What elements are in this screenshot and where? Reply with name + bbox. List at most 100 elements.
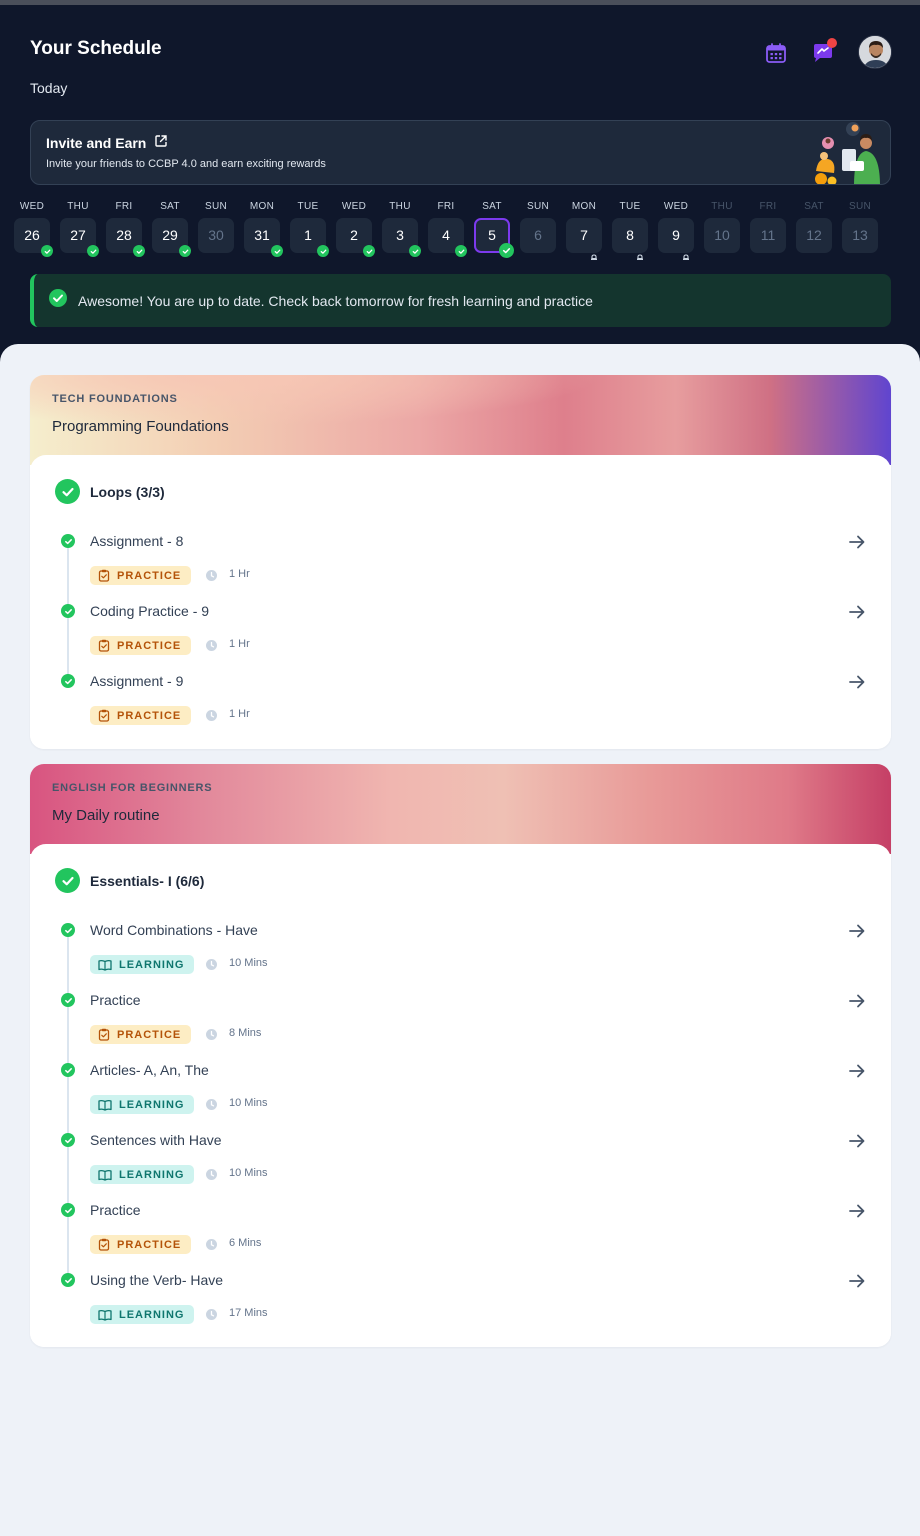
- arrow-right-icon[interactable]: [847, 921, 867, 941]
- clock-icon: [205, 1168, 218, 1181]
- day-tue-1[interactable]: TUE 1: [290, 200, 329, 257]
- invite-illustration: [810, 121, 886, 184]
- day-thu-10[interactable]: THU 10: [704, 200, 740, 253]
- clipboard-icon: [98, 1238, 110, 1251]
- day-label: THU: [67, 201, 89, 212]
- day-date-button[interactable]: 8: [612, 218, 648, 260]
- course-card-programming-foundations: TECH FOUNDATIONS Programming Foundations…: [30, 375, 891, 749]
- invite-and-earn-card[interactable]: Invite and Earn Invite your friends to C…: [30, 120, 891, 185]
- day-date-button[interactable]: 6: [520, 218, 556, 253]
- arrow-right-icon[interactable]: [847, 532, 867, 552]
- day-sat-29[interactable]: SAT 29: [152, 200, 191, 257]
- schedule-item[interactable]: Word Combinations - Have LEARNING 10 Mins: [30, 919, 891, 989]
- schedule-item[interactable]: Assignment - 9 PRACTICE 1 Hr: [30, 670, 891, 740]
- schedule-item[interactable]: Using the Verb- Have LEARNING 17 Mins: [30, 1269, 891, 1339]
- schedule-item[interactable]: Articles- A, An, The LEARNING 10 Mins: [30, 1059, 891, 1129]
- clipboard-icon: [98, 639, 110, 652]
- banner-text: Awesome! You are up to date. Check back …: [78, 292, 593, 309]
- lock-icon: [682, 241, 690, 260]
- day-label: SUN: [848, 201, 871, 212]
- day-fri-4[interactable]: FRI 4: [428, 200, 467, 257]
- day-sat-12[interactable]: SAT 12: [796, 200, 832, 253]
- practice-tag: PRACTICE: [90, 1025, 192, 1044]
- tag-label: PRACTICE: [117, 709, 182, 722]
- day-date: 13: [852, 227, 868, 243]
- item-duration: 1 Hr: [229, 568, 250, 580]
- practice-tag: PRACTICE: [90, 636, 192, 655]
- item-duration: 10 Mins: [229, 1167, 268, 1179]
- day-sun-13[interactable]: SUN 13: [842, 200, 878, 253]
- day-date: 4: [442, 227, 450, 243]
- day-label: FRI: [115, 201, 133, 212]
- arrow-right-icon[interactable]: [847, 1271, 867, 1291]
- day-date-button[interactable]: 29: [152, 218, 191, 257]
- schedule-item[interactable]: Practice PRACTICE 8 Mins: [30, 989, 891, 1059]
- day-wed-26[interactable]: WED 26: [14, 200, 53, 257]
- item-title: Sentences with Have: [90, 1132, 222, 1148]
- schedule-item[interactable]: Sentences with Have LEARNING 10 Mins: [30, 1129, 891, 1199]
- book-icon: [98, 1309, 112, 1321]
- chat-notification-icon[interactable]: [807, 37, 839, 69]
- external-link-icon: [154, 134, 168, 151]
- day-date-button[interactable]: 10: [704, 218, 740, 253]
- day-mon-31[interactable]: MON 31: [244, 200, 283, 257]
- clock-icon: [205, 1098, 218, 1111]
- day-date-button[interactable]: 26: [14, 218, 53, 257]
- day-date-button[interactable]: 9: [658, 218, 694, 260]
- item-completed-icon: [61, 674, 75, 688]
- day-fri-28[interactable]: FRI 28: [106, 200, 145, 257]
- section-header[interactable]: Loops (3/3): [55, 479, 165, 504]
- clock-icon: [205, 1238, 218, 1251]
- user-avatar[interactable]: [858, 35, 892, 69]
- schedule-item[interactable]: Coding Practice - 9 PRACTICE 1 Hr: [30, 600, 891, 670]
- day-sat-5[interactable]: SAT 5: [474, 200, 514, 258]
- clipboard-icon: [98, 1028, 110, 1041]
- item-title: Assignment - 9: [90, 673, 184, 689]
- arrow-right-icon[interactable]: [847, 672, 867, 692]
- day-date-button[interactable]: 7: [566, 218, 602, 260]
- day-mon-7[interactable]: MON 7: [566, 200, 602, 260]
- course-card-header: ENGLISH FOR BEGINNERS My Daily routine: [30, 764, 891, 854]
- day-date-button[interactable]: 31: [244, 218, 283, 257]
- day-date-button[interactable]: 2: [336, 218, 375, 257]
- day-fri-11[interactable]: FRI 11: [750, 200, 786, 253]
- day-thu-27[interactable]: THU 27: [60, 200, 99, 257]
- day-date-button[interactable]: 5: [474, 218, 514, 258]
- day-date-button[interactable]: 3: [382, 218, 421, 257]
- day-date-button[interactable]: 30: [198, 218, 234, 253]
- item-title: Practice: [90, 992, 141, 1008]
- item-title: Practice: [90, 1202, 141, 1218]
- day-date-button[interactable]: 28: [106, 218, 145, 257]
- day-tue-8[interactable]: TUE 8: [612, 200, 648, 260]
- arrow-right-icon[interactable]: [847, 991, 867, 1011]
- day-label: SAT: [160, 201, 180, 212]
- content-panel: TECH FOUNDATIONS Programming Foundations…: [0, 344, 920, 1536]
- calendar-icon[interactable]: [760, 37, 792, 69]
- tag-label: PRACTICE: [117, 639, 182, 652]
- day-label: WED: [663, 201, 689, 212]
- day-date: 27: [70, 227, 86, 243]
- day-wed-2[interactable]: WED 2: [336, 200, 375, 257]
- arrow-right-icon[interactable]: [847, 602, 867, 622]
- day-wed-9[interactable]: WED 9: [658, 200, 694, 260]
- day-date-button[interactable]: 11: [750, 218, 786, 253]
- day-date-button[interactable]: 4: [428, 218, 467, 257]
- day-thu-3[interactable]: THU 3: [382, 200, 421, 257]
- day-date-button[interactable]: 13: [842, 218, 878, 253]
- item-duration: 1 Hr: [229, 638, 250, 650]
- item-completed-icon: [61, 1063, 75, 1077]
- day-sun-6[interactable]: SUN 6: [520, 200, 556, 253]
- arrow-right-icon[interactable]: [847, 1061, 867, 1081]
- section-header[interactable]: Essentials- I (6/6): [55, 868, 204, 893]
- day-label: THU: [711, 201, 733, 212]
- practice-tag: PRACTICE: [90, 1235, 192, 1254]
- arrow-right-icon[interactable]: [847, 1201, 867, 1221]
- schedule-item[interactable]: Practice PRACTICE 6 Mins: [30, 1199, 891, 1269]
- invite-title: Invite and Earn: [46, 134, 147, 151]
- day-date-button[interactable]: 1: [290, 218, 329, 257]
- day-sun-30[interactable]: SUN 30: [198, 200, 234, 253]
- schedule-item[interactable]: Assignment - 8 PRACTICE 1 Hr: [30, 530, 891, 600]
- arrow-right-icon[interactable]: [847, 1131, 867, 1151]
- day-date-button[interactable]: 12: [796, 218, 832, 253]
- day-date-button[interactable]: 27: [60, 218, 99, 257]
